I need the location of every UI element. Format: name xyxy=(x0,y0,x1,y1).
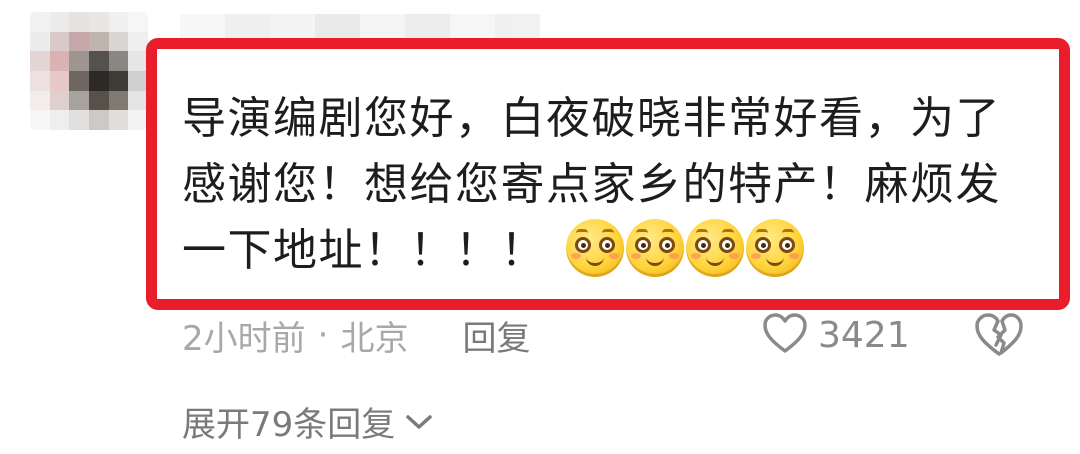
comment-meta: 2小时前 · 北京 回复 xyxy=(182,311,530,360)
like-button[interactable]: 3421 xyxy=(762,310,910,360)
heart-outline-icon[interactable] xyxy=(762,312,808,358)
expand-replies-label: 展开79条回复 xyxy=(182,404,396,445)
broken-heart-icon[interactable] xyxy=(973,313,1025,362)
comment-time: 2小时前 xyxy=(182,318,306,359)
smile-emoji xyxy=(566,219,624,277)
smile-emoji xyxy=(626,219,684,277)
emoji-group xyxy=(566,219,804,277)
comment-text: 导演编剧您好，白夜破晓非常好看，为了感谢您！想给您寄点家乡的特产！麻烦发一下地址… xyxy=(182,86,1022,284)
smile-emoji xyxy=(746,219,804,277)
avatar[interactable] xyxy=(30,12,148,130)
chevron-down-icon xyxy=(405,401,433,441)
reply-button[interactable]: 回复 xyxy=(462,311,530,360)
smile-emoji xyxy=(686,219,744,277)
dislike-button[interactable] xyxy=(973,312,1025,358)
comment-item: 导演编剧您好，白夜破晓非常好看，为了感谢您！想给您寄点家乡的特产！麻烦发一下地址… xyxy=(0,0,1080,454)
like-count: 3421 xyxy=(818,314,910,356)
comment-location: 北京 xyxy=(340,318,409,359)
expand-replies-button[interactable]: 展开79条回复 xyxy=(182,398,433,445)
meta-separator: · xyxy=(317,315,329,355)
